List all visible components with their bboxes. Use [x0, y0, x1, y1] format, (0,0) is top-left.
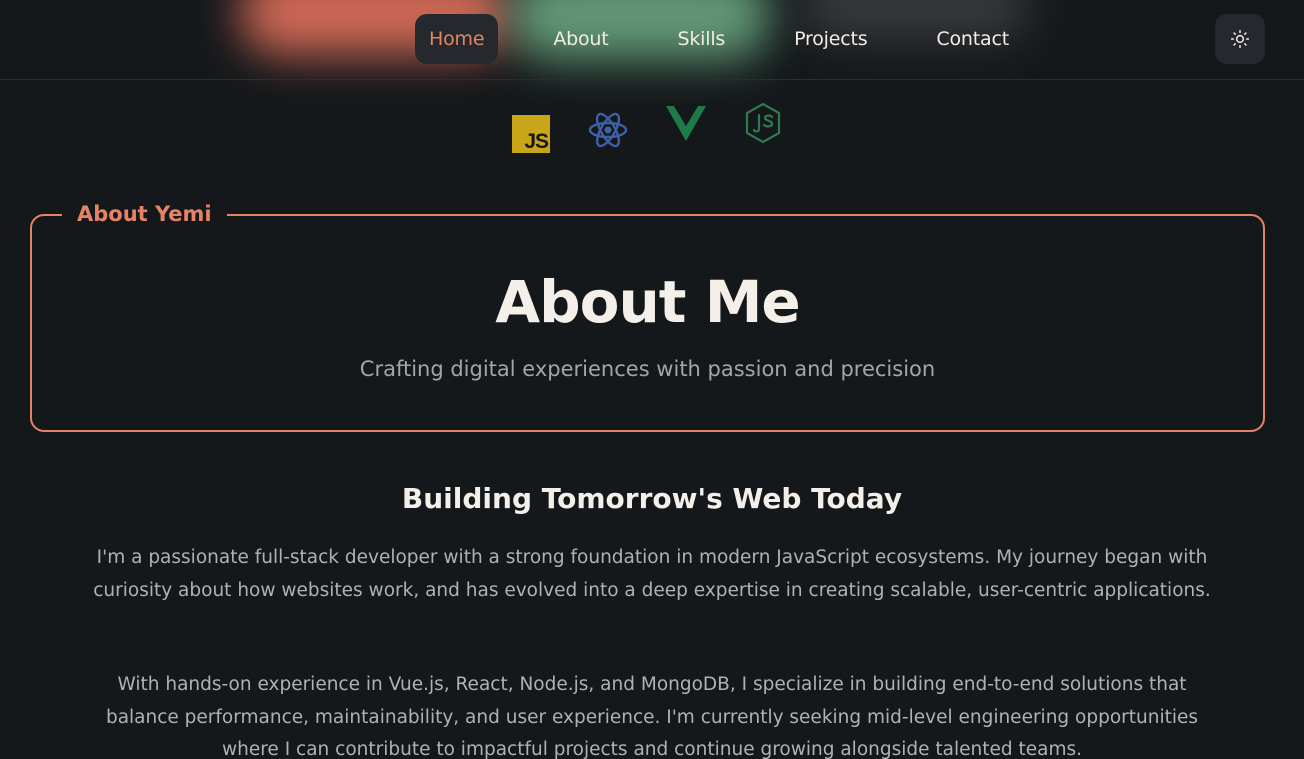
nodejs-icon [745, 102, 781, 144]
intro-paragraph: I'm a passionate full-stack developer wi… [93, 547, 1211, 601]
page-subtitle: Crafting digital experiences with passio… [359, 357, 936, 381]
experience-paragraph: With hands-on experience in Vue.js, Reac… [105, 674, 1199, 759]
javascript-icon: JS [512, 115, 550, 153]
nav-projects[interactable]: Projects [780, 14, 881, 64]
page-title: About Me [495, 268, 801, 336]
javascript-icon-label: JS [524, 130, 549, 153]
page: Home About Skills Projects Contact JS Ab… [0, 0, 1304, 759]
main-nav: Home About Skills Projects Contact [415, 14, 1023, 64]
about-legend: About Yemi [62, 196, 227, 232]
nav-skills[interactable]: Skills [664, 14, 740, 64]
nav-home[interactable]: Home [415, 14, 499, 64]
sun-icon [1230, 29, 1250, 49]
tech-icons-row: JS [0, 100, 1304, 160]
nav-about[interactable]: About [539, 14, 622, 64]
react-icon [588, 112, 628, 148]
site-header: Home About Skills Projects Contact [0, 0, 1304, 80]
vue-icon [666, 106, 706, 141]
theme-toggle-button[interactable] [1215, 14, 1265, 64]
nav-contact[interactable]: Contact [922, 14, 1023, 64]
section-heading: Building Tomorrow's Web Today [401, 482, 903, 515]
about-box: About Yemi About Me Crafting digital exp… [30, 196, 1265, 432]
